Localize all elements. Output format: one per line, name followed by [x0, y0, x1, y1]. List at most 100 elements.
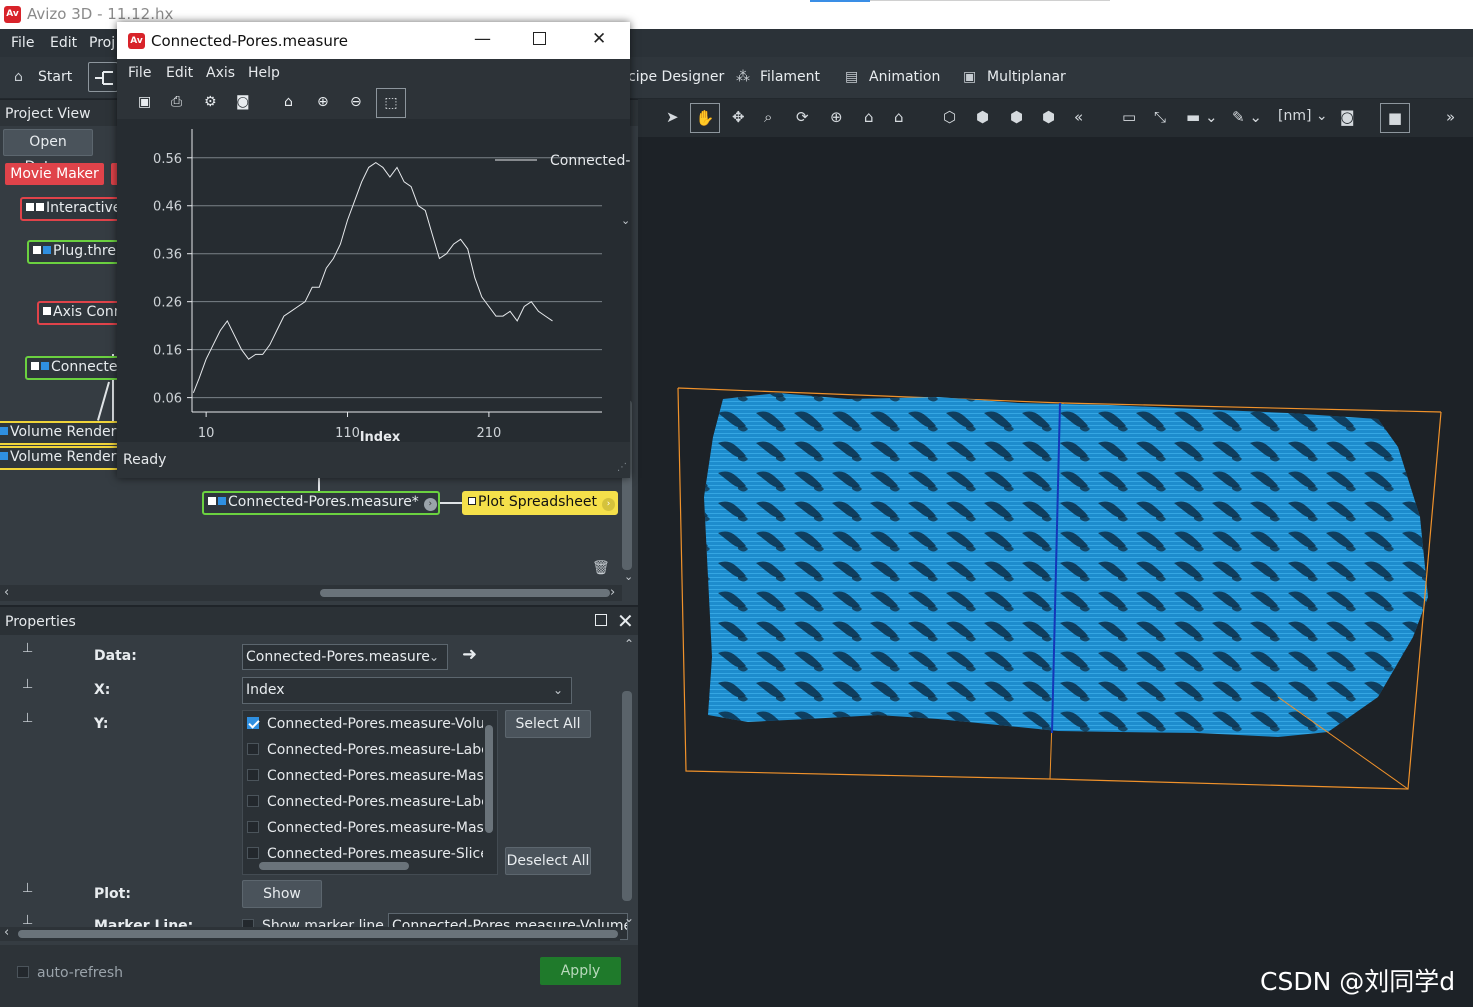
recipe-designer-button[interactable]: cipe Designer [628, 69, 724, 85]
scroll-right-arrow-icon[interactable]: › [610, 585, 615, 600]
rotate-view-icon[interactable]: « [1074, 108, 1083, 126]
home-icon[interactable]: ⌂ [284, 94, 293, 110]
start-workroom-button[interactable]: ⌂ Start [14, 69, 72, 85]
menu-edit[interactable]: Edit [50, 35, 77, 51]
plot-menu-axis[interactable]: Axis [206, 65, 235, 81]
set-home-icon[interactable]: ⌂ [894, 108, 904, 126]
move-icon[interactable]: ✥ [732, 108, 745, 126]
camera-icon[interactable]: ◙ [236, 94, 250, 110]
scroll-left-arrow-icon[interactable]: ‹ [4, 585, 9, 600]
save-icon[interactable]: ▣ [138, 94, 151, 110]
zoom-in-icon[interactable]: ⊕ [317, 94, 329, 110]
hscroll-thumb[interactable] [18, 930, 618, 938]
y-list-item[interactable]: Connected-Pores.measure-Mask [247, 820, 492, 836]
view-z-icon[interactable]: ⬢ [1042, 108, 1055, 126]
resize-grip-icon[interactable]: ⋰ [617, 462, 627, 473]
filament-workroom-button[interactable]: ⁂ Filament [736, 69, 820, 85]
movie-maker-button[interactable]: Movie Maker [5, 163, 104, 185]
viewer-canvas[interactable] [638, 137, 1473, 1007]
view-x-icon[interactable]: ⬢ [976, 108, 989, 126]
checkbox-checked-icon[interactable] [247, 717, 259, 729]
menu-file[interactable]: File [11, 35, 34, 51]
auto-refresh-toggle[interactable]: auto-refresh [17, 965, 123, 981]
background-toggle-icon[interactable]: ■ [1380, 103, 1410, 133]
node-plot-spreadsheet[interactable]: Plot Spreadsheet › [462, 491, 618, 515]
hand-icon[interactable]: ✋ [690, 103, 720, 133]
apply-button[interactable]: Apply [540, 957, 621, 985]
zoom-region-icon[interactable]: ⬚ [376, 88, 406, 118]
node-interactive[interactable]: Interactive [20, 197, 120, 221]
minimize-icon[interactable]: — [474, 29, 491, 49]
properties-vscroll[interactable] [622, 691, 632, 901]
multiplanar-workroom-button[interactable]: ▣ Multiplanar [963, 69, 1066, 85]
picker-icon[interactable]: ✎ ⌄ [1232, 108, 1262, 126]
stereo-icon[interactable]: ▭ [1122, 108, 1136, 126]
y-list-item[interactable]: Connected-Pores.measure-Slice [247, 846, 489, 862]
node-connected-pores-measure[interactable]: Connected-Pores.measure* › [202, 491, 440, 515]
zoom-icon[interactable]: ⌕ [764, 108, 772, 126]
y-list-item[interactable]: Connected-Pores.measure-Label [247, 742, 494, 758]
pin-icon[interactable]: ⊥ [22, 641, 33, 656]
gear-icon[interactable]: ⚙ [204, 94, 217, 110]
checkbox-icon[interactable] [17, 966, 29, 978]
project-view-hscroll[interactable]: ‹ › [0, 585, 622, 601]
scroll-down-arrow-icon[interactable]: ⌄ [624, 570, 633, 583]
maximize-icon[interactable] [595, 614, 607, 626]
checkbox-icon[interactable] [247, 795, 259, 807]
node-axis-connectivity[interactable]: Axis Conn [37, 301, 120, 325]
3d-viewer[interactable] [638, 137, 1473, 1007]
pointer-icon[interactable]: ➤ [666, 108, 679, 126]
ruler-icon[interactable]: ▬ ⌄ [1186, 108, 1218, 126]
y-list-vscroll[interactable] [483, 711, 497, 874]
chart-scroll-icon[interactable]: ⌄ [621, 214, 630, 227]
pin-icon[interactable]: ⊥ [22, 677, 33, 692]
trash-icon[interactable]: 🗑 [592, 560, 610, 576]
close-icon[interactable]: ✕ [617, 609, 634, 633]
y-list-item[interactable]: Connected-Pores.measure-Label [247, 794, 494, 810]
y-list-item[interactable]: Connected-Pores.measure-Volur [247, 716, 491, 732]
menu-project[interactable]: Proj [89, 35, 115, 51]
node-plug[interactable]: Plug.thre [27, 240, 120, 264]
pin-icon[interactable]: ⊥ [22, 913, 33, 928]
properties-hscroll[interactable]: ‹ [0, 925, 620, 941]
show-plot-button[interactable]: Show [242, 880, 322, 908]
plot-menu-file[interactable]: File [128, 65, 151, 81]
perspective-icon[interactable]: ⬡ [943, 108, 956, 126]
measure-tool-icon[interactable]: ⤡ [1154, 108, 1166, 126]
animation-workroom-button[interactable]: ▤ Animation [845, 69, 940, 85]
hscroll-thumb[interactable] [320, 589, 610, 597]
props-scroll-up-icon[interactable]: ⌃ [624, 637, 634, 651]
y-list-item[interactable]: Connected-Pores.measure-Mask [247, 768, 492, 784]
maximize-icon[interactable] [533, 32, 546, 45]
props-scroll-down-icon[interactable]: ⌄ [624, 911, 634, 925]
checkbox-icon[interactable] [247, 769, 259, 781]
checkbox-icon[interactable] [247, 743, 259, 755]
close-icon[interactable]: ✕ [592, 29, 606, 49]
home-view-icon[interactable]: ⌂ [864, 108, 874, 126]
zoom-out-icon[interactable]: ⊖ [350, 94, 362, 110]
open-data-button[interactable]: Open Data... [3, 129, 93, 175]
node-connected-pores[interactable]: Connecte [25, 356, 120, 380]
overflow-menu-icon[interactable]: » [1446, 108, 1455, 126]
plot-menu-edit[interactable]: Edit [166, 65, 193, 81]
project-tree-button[interactable] [88, 62, 118, 92]
node-volume-render-2[interactable]: Volume Render [0, 446, 120, 470]
node-expand-icon[interactable]: › [602, 498, 616, 511]
node-expand-icon[interactable]: › [423, 498, 437, 511]
line-chart[interactable]: 0.06 0.16 0.26 0.36 0.46 0.56 10 110 210 Connect… [117, 119, 635, 445]
seek-icon[interactable]: ⊕ [830, 108, 843, 126]
x-port-combo[interactable]: Index ⌄ [242, 677, 572, 704]
checkbox-icon[interactable] [247, 821, 259, 833]
deselect-all-button[interactable]: Deselect All [505, 847, 591, 875]
vscroll-thumb[interactable] [485, 725, 493, 833]
checkbox-icon[interactable] [247, 847, 259, 859]
pin-icon[interactable]: ⊥ [22, 881, 33, 896]
view-y-icon[interactable]: ⬢ [1010, 108, 1023, 126]
pin-icon[interactable]: ⊥ [22, 711, 33, 726]
scroll-left-arrow-icon[interactable]: ‹ [4, 925, 9, 940]
rotate-icon[interactable]: ⟳ [796, 108, 809, 126]
node-volume-render-1[interactable]: Volume Render [0, 421, 120, 445]
unit-selector[interactable]: [nm] ⌄ [1278, 108, 1328, 124]
y-list-hscroll-thumb[interactable] [259, 862, 409, 870]
snapshot-icon[interactable]: ◙ [1340, 108, 1355, 126]
